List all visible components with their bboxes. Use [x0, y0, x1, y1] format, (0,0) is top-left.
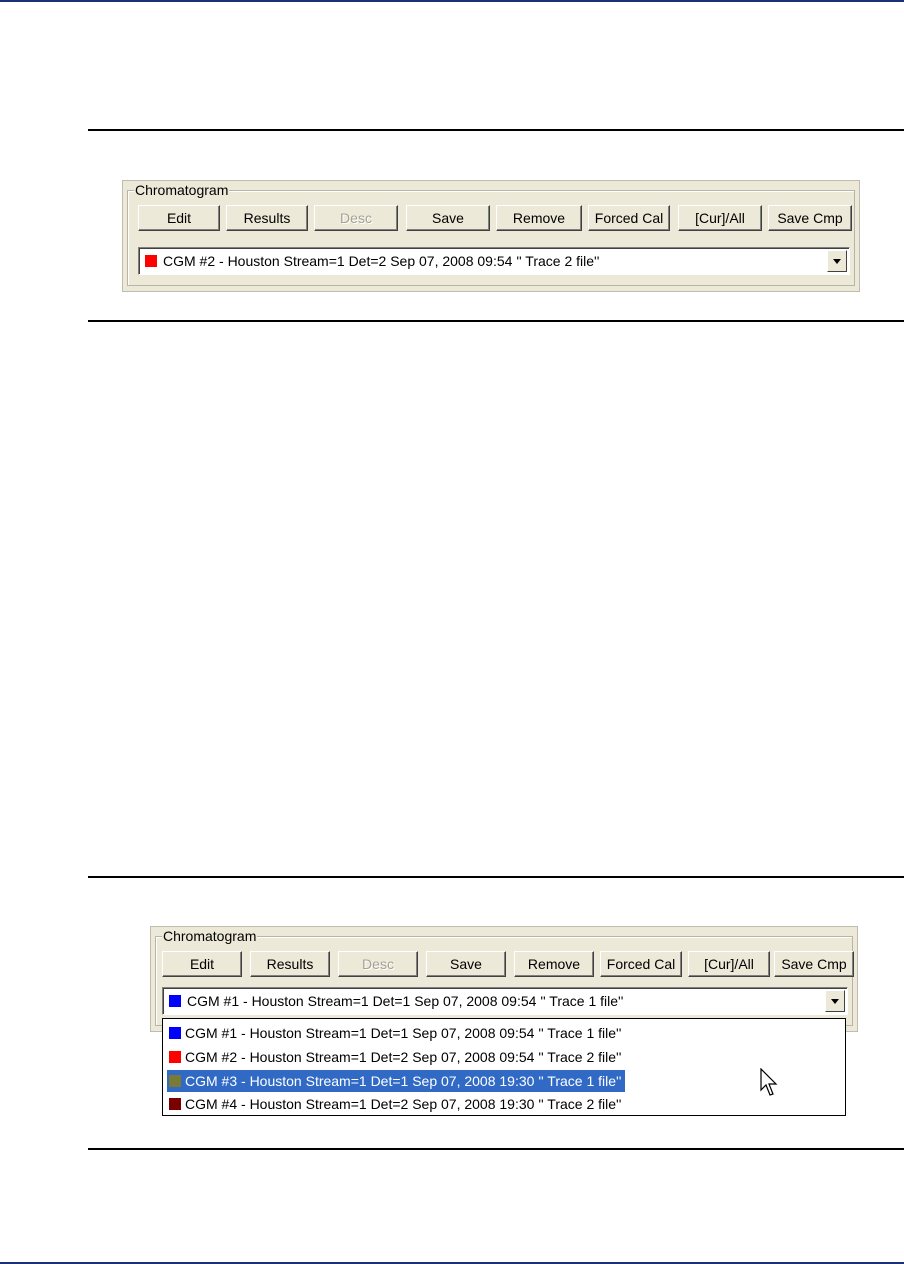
- chevron-down-icon[interactable]: [825, 990, 845, 1012]
- color-swatch-icon: [169, 1098, 181, 1110]
- save-cmp-button[interactable]: Save Cmp: [774, 951, 854, 977]
- page-header-rule: [0, 0, 904, 2]
- chevron-down-icon[interactable]: [827, 250, 847, 272]
- forced-cal-button[interactable]: Forced Cal: [600, 951, 682, 977]
- chromatogram-select[interactable]: CGM #1 - Houston Stream=1 Det=1 Sep 07, …: [162, 987, 848, 1015]
- save-button[interactable]: Save: [426, 951, 506, 977]
- select-value: CGM #1 - Houston Stream=1 Det=1 Sep 07, …: [169, 992, 623, 1010]
- forced-cal-button[interactable]: Forced Cal: [588, 205, 670, 231]
- select-value-text: CGM #2 - Houston Stream=1 Det=2 Sep 07, …: [163, 253, 600, 269]
- remove-button[interactable]: Remove: [496, 205, 582, 231]
- option-label: CGM #2 - Houston Stream=1 Det=2 Sep 07, …: [185, 1049, 622, 1065]
- color-swatch-icon: [169, 995, 181, 1007]
- select-value: CGM #2 - Houston Stream=1 Det=2 Sep 07, …: [145, 252, 599, 270]
- chromatogram-group-2: Chromatogram Edit Results Desc Save Remo…: [155, 928, 854, 1026]
- edit-button[interactable]: Edit: [162, 951, 242, 977]
- dropdown-option-selected[interactable]: CGM #3 - Houston Stream=1 Det=1 Sep 07, …: [167, 1070, 626, 1092]
- color-swatch-icon: [169, 1027, 181, 1039]
- results-button[interactable]: Results: [250, 951, 330, 977]
- chromatogram-select[interactable]: CGM #2 - Houston Stream=1 Det=2 Sep 07, …: [138, 247, 850, 275]
- dropdown-option[interactable]: CGM #4 - Houston Stream=1 Det=2 Sep 07, …: [167, 1093, 625, 1115]
- desc-button[interactable]: Desc: [314, 205, 398, 231]
- select-value-text: CGM #1 - Houston Stream=1 Det=1 Sep 07, …: [187, 993, 624, 1009]
- section-divider: [88, 320, 904, 322]
- remove-button[interactable]: Remove: [514, 951, 594, 977]
- edit-button[interactable]: Edit: [138, 205, 220, 231]
- group-label: Chromatogram: [134, 182, 230, 198]
- section-divider: [88, 876, 904, 878]
- chromatogram-dropdown-list: CGM #1 - Houston Stream=1 Det=1 Sep 07, …: [162, 1018, 846, 1116]
- cur-all-button[interactable]: [Cur]/All: [688, 951, 770, 977]
- chromatogram-panel-1: Chromatogram Edit Results Desc Save Remo…: [122, 180, 860, 292]
- dropdown-option[interactable]: CGM #1 - Houston Stream=1 Det=1 Sep 07, …: [167, 1022, 625, 1044]
- results-button[interactable]: Results: [226, 205, 308, 231]
- section-divider: [88, 1148, 904, 1150]
- mouse-pointer-icon: [760, 1068, 778, 1096]
- section-divider: [88, 129, 904, 131]
- color-swatch-icon: [169, 1075, 181, 1087]
- option-label: CGM #4 - Houston Stream=1 Det=2 Sep 07, …: [185, 1096, 622, 1112]
- chromatogram-panel-2: Chromatogram Edit Results Desc Save Remo…: [150, 926, 858, 1032]
- button-bar: Edit Results Desc Save Remove Forced Cal…: [162, 951, 854, 979]
- cur-all-button[interactable]: [Cur]/All: [678, 205, 762, 231]
- button-bar: Edit Results Desc Save Remove Forced Cal…: [138, 205, 858, 233]
- dropdown-option[interactable]: CGM #2 - Houston Stream=1 Det=2 Sep 07, …: [167, 1046, 625, 1068]
- group-label: Chromatogram: [162, 928, 258, 944]
- color-swatch-icon: [169, 1051, 181, 1063]
- color-swatch-icon: [145, 255, 157, 267]
- save-cmp-button[interactable]: Save Cmp: [768, 205, 852, 231]
- save-button[interactable]: Save: [406, 205, 490, 231]
- chromatogram-group-1: Chromatogram Edit Results Desc Save Remo…: [127, 182, 858, 286]
- desc-button[interactable]: Desc: [338, 951, 418, 977]
- option-label: CGM #3 - Houston Stream=1 Det=1 Sep 07, …: [185, 1073, 622, 1089]
- option-label: CGM #1 - Houston Stream=1 Det=1 Sep 07, …: [185, 1025, 622, 1041]
